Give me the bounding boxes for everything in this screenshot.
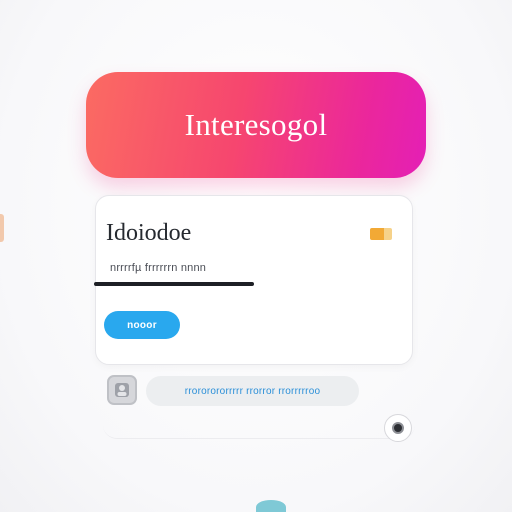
badge-icon: [370, 228, 392, 240]
avatar-icon[interactable]: [107, 375, 137, 405]
chat-row: rrororororrrrr rrorror rrorrrrroo: [103, 370, 415, 442]
card-title: Idoiodoe: [106, 220, 192, 246]
left-edge-decoration: [0, 214, 4, 242]
card-caption: nrrrrfµ frrrrrrn nnnn: [110, 262, 207, 274]
bottom-edge-decoration: [256, 500, 286, 512]
record-dot: [392, 422, 404, 434]
record-icon[interactable]: [384, 414, 412, 442]
header-banner: Interesogol: [86, 72, 426, 178]
chat-message-bubble[interactable]: rrororororrrrr rrorror rrorrrrroo: [146, 376, 359, 406]
card-action-button[interactable]: nooor: [104, 311, 180, 339]
app-screen: Interesogol Idoiodoe nrrrrfµ frrrrrrn nn…: [0, 0, 512, 512]
banner-title: Interesogol: [184, 107, 328, 142]
avatar-glyph: [115, 383, 129, 397]
profile-card: Idoiodoe nrrrrfµ frrrrrrn nnnn nooor: [94, 195, 413, 365]
card-divider: [94, 282, 254, 286]
